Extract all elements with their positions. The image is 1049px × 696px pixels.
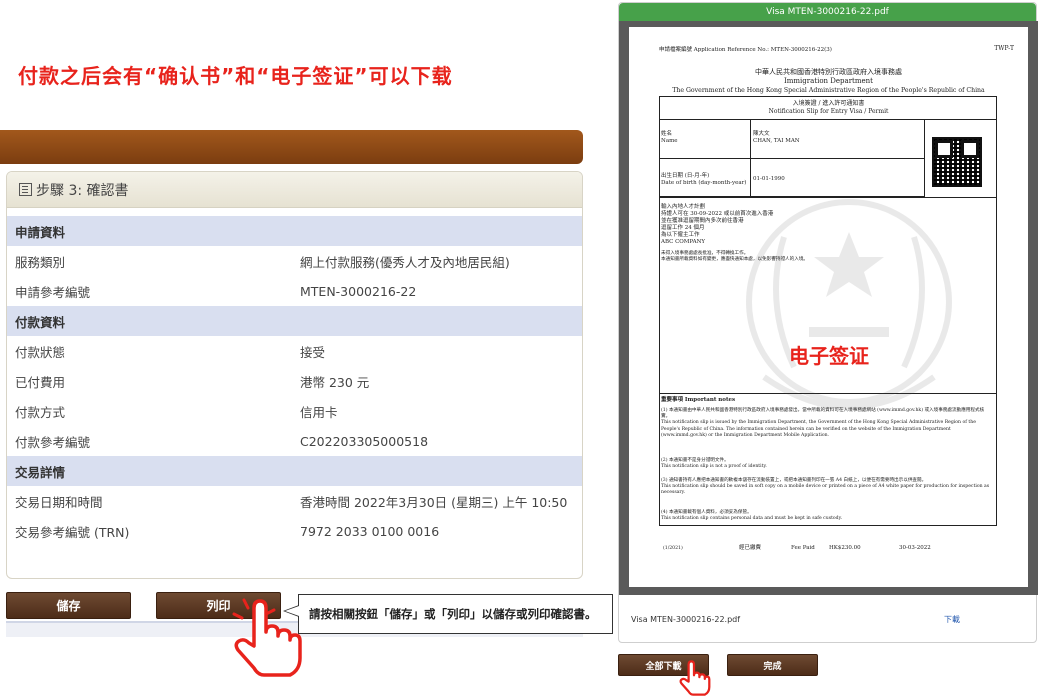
- hand-pointer-icon: [232, 598, 302, 677]
- save-button[interactable]: 儲存: [6, 592, 131, 619]
- row-value: 香港時間 2022年3月30日 (星期三) 上午 10:50: [300, 494, 568, 510]
- viewer-footer: Visa MTEN-3000216-22.pdf 下載: [619, 595, 1038, 643]
- doc-note-2: (2) 本通知書不是身分證明文件。 This notification slip…: [661, 458, 767, 470]
- doc-gov-en: The Government of the Hong Kong Special …: [672, 87, 985, 94]
- doc-conditions: 輸入內地人才計劃 持證人可在 30-09-2022 或以前首次進入香港 並在獲准…: [661, 204, 774, 245]
- table-row: 服務類別 網上付款服務(優秀人才及內地居民組): [7, 246, 582, 276]
- row-key: 已付費用: [15, 374, 66, 390]
- doc-fee-amount: HK$230.00: [829, 545, 861, 551]
- doc-gov-cn: 中華人民共和國香港特別行政區政府入境事務處: [755, 68, 902, 76]
- table-row: 付款參考編號 C202203305000518: [7, 426, 582, 456]
- confirmation-panel: 步驟 3: 確認書 申請資料 服務類別 網上付款服務(優秀人才及內地居民組) 申…: [6, 171, 583, 579]
- evisa-stamp: 电子签证: [789, 344, 869, 368]
- pdf-viewer: Visa MTEN-3000216-22.pdf 申請檔案編號 Applicat…: [618, 2, 1038, 643]
- doc-notes-title: 重要事項 Important notes: [661, 397, 736, 403]
- table-row: 交易日期和時間 香港時間 2022年3月30日 (星期三) 上午 10:50: [7, 486, 582, 516]
- doc-note-3: (3) 通知書持有人應把本通知書的軟複本儲存在流動裝置上，或把本通知書列印在一張…: [661, 478, 990, 496]
- doc-name-label: 姓名 Name: [661, 131, 678, 144]
- file-name: Visa MTEN-3000216-22.pdf: [631, 614, 741, 624]
- section-application: 申請資料: [7, 216, 582, 246]
- hand-pointer-icon: [679, 660, 711, 696]
- doc-dept: Immigration Department: [784, 77, 873, 85]
- panel-title: 步驟 3: 確認書: [36, 182, 129, 199]
- panel-body: 申請資料 服務類別 網上付款服務(優秀人才及內地居民組) 申請參考編號 MTEN…: [7, 216, 582, 546]
- row-key: 付款狀態: [15, 344, 66, 360]
- section-transaction: 交易詳情: [7, 456, 582, 486]
- row-value: 信用卡: [300, 404, 338, 420]
- row-key: 付款方式: [15, 404, 66, 420]
- headline: 付款之后会有“确认书”和“电子签证”可以下载: [18, 64, 453, 88]
- panel-header: 步驟 3: 確認書: [7, 172, 582, 208]
- row-key: 服務類別: [15, 254, 66, 270]
- download-link[interactable]: 下載: [944, 614, 960, 625]
- doc-ref: 申請檔案編號 Application Reference No.: MTEN-3…: [659, 47, 832, 53]
- row-value: C202203305000518: [300, 433, 429, 449]
- doc-form-code: TWP-T: [994, 45, 1014, 52]
- header-bar: [0, 130, 583, 164]
- doc-slip-cn: 入境簽證 / 進入許可通知書: [792, 100, 865, 107]
- instruction-callout: 請按相關按鈕「儲存」或「列印」以儲存或列印確認書。: [283, 594, 613, 634]
- row-key: 交易日期和時間: [15, 494, 103, 510]
- doc-note-1: (1) 本通知書由中華人民共和國香港特別行政區政府入境事務處發出，當中所載的資料…: [661, 408, 985, 438]
- row-value: MTEN-3000216-22: [300, 283, 417, 299]
- table-row: 交易參考編號 (TRN) 7972 2033 0100 0016: [7, 516, 582, 546]
- doc-note-4: (4) 本通知書載有個人資料，必須妥為保管。 This notification…: [661, 510, 843, 522]
- table-row: 付款方式 信用卡: [7, 396, 582, 426]
- section-payment: 付款資料: [7, 306, 582, 336]
- doc-name-value: 陳大文 CHAN, TAI MAN: [753, 131, 800, 144]
- doc-fee-date: 30-03-2022: [899, 545, 931, 551]
- panel-icon: [19, 183, 32, 196]
- row-value: 港幣 230 元: [300, 374, 370, 390]
- row-value: 網上付款服務(優秀人才及內地居民組): [300, 254, 510, 270]
- doc-fee-cn: 經已繳費: [739, 545, 762, 551]
- doc-footer-code: (1/2021): [663, 546, 683, 551]
- row-value: 7972 2033 0100 0016: [300, 523, 440, 539]
- doc-fee-en: Fee Paid: [791, 545, 815, 551]
- row-value: 接受: [300, 344, 326, 360]
- doc-conditions-note: 未得入境事務處處長批准，不得轉換工作。 本通知書所載資料如有變更，應盡快通知本處…: [661, 251, 809, 263]
- viewer-title: Visa MTEN-3000216-22.pdf: [619, 3, 1036, 21]
- table-row: 付款狀態 接受: [7, 336, 582, 366]
- row-key: 交易參考編號 (TRN): [15, 524, 130, 540]
- table-row: 申請參考編號 MTEN-3000216-22: [7, 276, 582, 306]
- row-key: 申請參考編號: [15, 284, 91, 300]
- doc-row-divider: [659, 158, 925, 159]
- row-key: 付款參考編號: [15, 434, 91, 450]
- visa-document: 申請檔案編號 Application Reference No.: MTEN-3…: [629, 27, 1028, 587]
- table-row: 已付費用 港幣 230 元: [7, 366, 582, 396]
- doc-slip-en: Notification Slip for Entry Visa / Permi…: [768, 108, 889, 115]
- done-button[interactable]: 完成: [727, 654, 818, 676]
- viewer-stage[interactable]: 申請檔案編號 Application Reference No.: MTEN-3…: [619, 21, 1038, 595]
